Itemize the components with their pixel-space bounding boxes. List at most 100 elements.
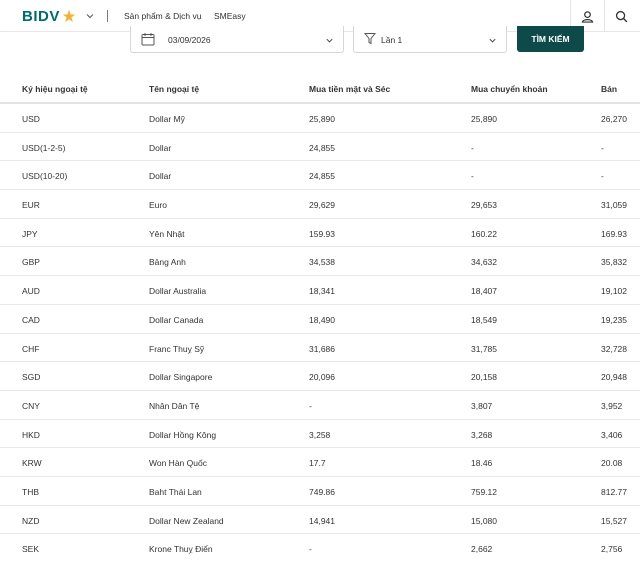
table-row: USD Dollar Mỹ 25,890 25,890 26,270 — [0, 104, 640, 133]
chevron-down-icon — [489, 38, 496, 43]
logo-text: BIDV — [22, 7, 60, 25]
bidv-logo[interactable]: BIDV — [22, 7, 76, 25]
cell-transfer-buy: 18,549 — [471, 314, 497, 325]
cell-currency-code: EUR — [22, 200, 40, 211]
cell-currency-code: SGD — [22, 372, 41, 383]
header-cash-buy: Mua tiền mặt và Séc — [309, 84, 391, 94]
cell-currency-name: Krone Thuỵ Điển — [149, 544, 213, 555]
cell-currency-name: Won Hàn Quốc — [149, 458, 207, 469]
cell-currency-name: Yên Nhật — [149, 228, 185, 239]
cell-sell: 20,948 — [601, 372, 627, 383]
exchange-rate-table: Ký hiệu ngoại tệ Tên ngoại tệ Mua tiền m… — [0, 74, 640, 561]
cell-transfer-buy: - — [471, 142, 474, 153]
cell-sell: 31,059 — [601, 200, 627, 211]
cell-cash-buy: 749.86 — [309, 486, 335, 497]
cell-sell: 26,270 — [601, 114, 627, 124]
header-sell: Bán — [601, 84, 618, 94]
nav-products-services[interactable]: Sản phẩm & Dịch vụ — [124, 11, 201, 21]
table-row: KRW Won Hàn Quốc 17.7 18.46 20.08 — [0, 448, 640, 477]
date-picker[interactable]: 03/09/2026 — [130, 26, 344, 53]
cell-currency-code: CAD — [22, 314, 40, 325]
header-divider — [107, 10, 108, 22]
cell-cash-buy: 17.7 — [309, 458, 326, 469]
user-icon — [581, 10, 594, 23]
cell-currency-code: HKD — [22, 429, 40, 440]
cell-transfer-buy: 18,407 — [471, 286, 497, 297]
table-row: NZD Dollar New Zealand 14,941 15,080 15,527 — [0, 506, 640, 535]
date-value: 03/09/2026 — [168, 35, 211, 45]
chevron-down-icon[interactable] — [85, 11, 95, 21]
table-row: THB Baht Thái Lan 749.86 759.12 812.77 — [0, 477, 640, 506]
cell-sell: 812.77 — [601, 486, 627, 497]
cell-transfer-buy: - — [471, 171, 474, 182]
cell-cash-buy: 159.93 — [309, 228, 335, 239]
table-row: HKD Dollar Hồng Kông 3,258 3,268 3,406 — [0, 420, 640, 449]
cell-currency-code: USD — [22, 114, 40, 124]
cell-transfer-buy: 2,662 — [471, 544, 493, 555]
cell-currency-name: Dollar — [149, 171, 172, 182]
cell-sell: 3,952 — [601, 400, 623, 411]
cell-transfer-buy: 20,158 — [471, 372, 497, 383]
cell-currency-name: Dollar Canada — [149, 314, 204, 325]
cell-sell: - — [601, 171, 604, 182]
table-row: CHF Franc Thuỵ Sỹ 31,686 31,785 32,728 — [0, 334, 640, 363]
cell-currency-name: Euro — [149, 200, 167, 211]
cell-currency-name: Dollar New Zealand — [149, 515, 224, 526]
table-row: CNY Nhân Dân Tệ - 3,807 3,952 — [0, 391, 640, 420]
cell-currency-name: Bảng Anh — [149, 257, 186, 268]
cell-currency-code: THB — [22, 486, 39, 497]
table-row: USD(1-2-5) Dollar 24,855 - - — [0, 133, 640, 162]
cell-sell: 19,102 — [601, 286, 627, 297]
header-currency-name: Tên ngoại tệ — [149, 84, 200, 94]
chevron-down-icon — [326, 38, 333, 43]
cell-currency-code: GBP — [22, 257, 40, 268]
cell-currency-name: Dollar Australia — [149, 286, 207, 297]
cell-sell: 19,235 — [601, 314, 627, 325]
cell-currency-name: Franc Thuỵ Sỹ — [149, 343, 205, 354]
table-row: SGD Dollar Singapore 20,096 20,158 20,948 — [0, 362, 640, 391]
cell-transfer-buy: 3,268 — [471, 429, 493, 440]
cell-cash-buy: 14,941 — [309, 515, 335, 526]
cell-cash-buy: 31,686 — [309, 343, 335, 354]
table-header: Ký hiệu ngoại tệ Tên ngoại tệ Mua tiền m… — [0, 74, 640, 104]
cell-transfer-buy: 25,890 — [471, 114, 497, 124]
cell-cash-buy: 29,629 — [309, 200, 335, 211]
header-transfer-buy: Mua chuyển khoản — [471, 84, 548, 94]
cell-sell: 169.93 — [601, 228, 627, 239]
cell-currency-code: KRW — [22, 458, 42, 469]
search-icon — [615, 10, 628, 22]
cell-currency-name: Dollar Hồng Kông — [149, 429, 217, 440]
cell-cash-buy: 18,341 — [309, 286, 335, 297]
cell-currency-name: Dollar — [149, 142, 172, 153]
cell-currency-name: Dollar Singapore — [149, 372, 213, 383]
nav-smeasy[interactable]: SMEasy — [214, 11, 246, 21]
cell-sell: 3,406 — [601, 429, 623, 440]
search-button[interactable] — [604, 0, 638, 32]
cell-transfer-buy: 759.12 — [471, 486, 497, 497]
cell-currency-name: Nhân Dân Tệ — [149, 400, 200, 411]
cell-cash-buy: - — [309, 400, 312, 411]
cell-cash-buy: 24,855 — [309, 171, 335, 182]
cell-transfer-buy: 15,080 — [471, 515, 497, 526]
table-row: AUD Dollar Australia 18,341 18,407 19,102 — [0, 276, 640, 305]
update-time-select[interactable]: Lần 1 — [353, 26, 507, 53]
cell-sell: 32,728 — [601, 343, 627, 354]
cell-currency-code: USD(10-20) — [22, 171, 68, 182]
filter-icon — [364, 33, 376, 45]
table-row: GBP Bảng Anh 34,538 34,632 35,832 — [0, 247, 640, 277]
cell-cash-buy: 18,490 — [309, 314, 335, 325]
cell-cash-buy: - — [309, 544, 312, 555]
cell-transfer-buy: 31,785 — [471, 343, 497, 354]
cell-currency-code: USD(1-2-5) — [22, 142, 66, 153]
cell-transfer-buy: 160.22 — [471, 228, 497, 239]
table-row: CAD Dollar Canada 18,490 18,549 19,235 — [0, 305, 640, 334]
cell-sell: 35,832 — [601, 257, 627, 268]
search-submit-button[interactable]: TÌM KIẾM — [517, 26, 584, 52]
cell-currency-code: AUD — [22, 286, 40, 297]
cell-sell: - — [601, 142, 604, 153]
cell-currency-code: CNY — [22, 400, 40, 411]
time-value: Lần 1 — [381, 35, 403, 45]
cell-currency-code: SEK — [22, 544, 40, 555]
cell-currency-name: Dollar Mỹ — [149, 114, 185, 124]
cell-currency-code: NZD — [22, 515, 40, 526]
